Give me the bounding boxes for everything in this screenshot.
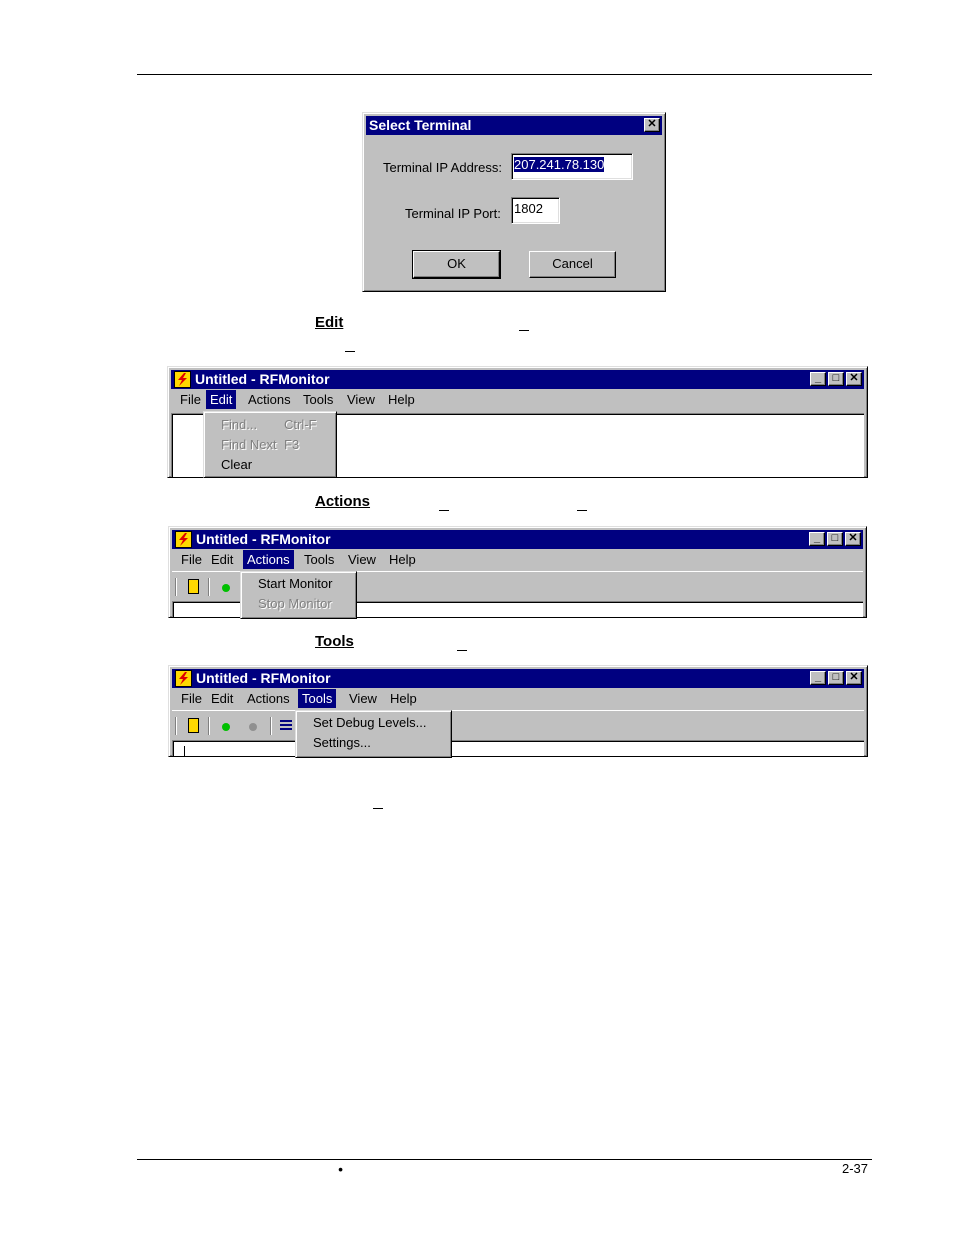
ip-port-input[interactable]: 1802 bbox=[511, 197, 560, 224]
menu-edit[interactable]: Edit bbox=[206, 390, 237, 409]
window-title: Untitled - RFMonitor bbox=[195, 371, 330, 387]
rfmonitor-window-edit: Untitled - RFMonitor _ □ ✕ File Edit Act… bbox=[167, 366, 868, 478]
menu-tools[interactable]: Tools bbox=[299, 390, 337, 409]
rfmonitor-window-tools: Untitled - RFMonitor _ □ ✕ File Edit Act… bbox=[168, 665, 868, 758]
close-icon[interactable]: ✕ bbox=[846, 671, 862, 685]
underline-mark bbox=[373, 808, 383, 809]
toolbar-grip bbox=[175, 578, 177, 596]
toolbar bbox=[172, 710, 864, 740]
menu-help[interactable]: Help bbox=[386, 689, 421, 708]
toolbar-grip bbox=[175, 717, 177, 735]
actions-dropdown: Start Monitor Stop Monitor bbox=[240, 571, 357, 619]
close-icon[interactable]: ✕ bbox=[644, 118, 660, 132]
text-cursor bbox=[184, 746, 185, 757]
menu-edit[interactable]: Edit bbox=[207, 689, 237, 708]
menu-view[interactable]: View bbox=[343, 390, 379, 409]
menu-help[interactable]: Help bbox=[385, 550, 420, 569]
menu-file[interactable]: File bbox=[177, 550, 206, 569]
underline-mark bbox=[439, 510, 449, 511]
menu-item-start-monitor[interactable]: Start Monitor bbox=[241, 574, 356, 594]
ip-address-input[interactable]: 207.241.78.130 bbox=[511, 153, 633, 180]
ip-address-label: Terminal IP Address: bbox=[383, 160, 502, 175]
ip-port-label: Terminal IP Port: bbox=[405, 206, 501, 221]
connect-icon[interactable] bbox=[188, 718, 199, 733]
close-icon[interactable]: ✕ bbox=[845, 532, 861, 546]
ip-port-value: 1802 bbox=[514, 201, 543, 216]
start-monitor-icon[interactable] bbox=[222, 723, 230, 731]
ip-address-value: 207.241.78.130 bbox=[514, 157, 605, 172]
header-rule bbox=[137, 74, 872, 75]
select-terminal-dialog: Select Terminal ✕ Terminal IP Address: 2… bbox=[362, 112, 666, 292]
cancel-button[interactable]: Cancel bbox=[529, 251, 616, 278]
underline-mark bbox=[577, 510, 587, 511]
menu-view[interactable]: View bbox=[344, 550, 380, 569]
window-title: Untitled - RFMonitor bbox=[196, 531, 331, 547]
menu-item-find-next[interactable]: Find Next F3 bbox=[204, 435, 336, 455]
menu-tools[interactable]: Tools bbox=[300, 550, 338, 569]
dialog-titlebar: Select Terminal ✕ bbox=[366, 116, 662, 135]
minimize-icon[interactable]: _ bbox=[810, 671, 826, 685]
app-icon bbox=[175, 531, 192, 548]
menu-actions[interactable]: Actions bbox=[243, 550, 294, 569]
minimize-icon[interactable]: _ bbox=[809, 532, 825, 546]
maximize-icon[interactable]: □ bbox=[827, 532, 843, 546]
menu-item-stop-monitor[interactable]: Stop Monitor bbox=[241, 594, 356, 614]
close-icon[interactable]: ✕ bbox=[846, 372, 862, 386]
menu-tools[interactable]: Tools bbox=[298, 689, 337, 708]
heading-tools: Tools bbox=[315, 633, 354, 650]
underline-mark bbox=[345, 351, 355, 352]
window-titlebar: Untitled - RFMonitor _ □ ✕ bbox=[172, 530, 863, 549]
menu-item-settings[interactable]: Settings... bbox=[296, 733, 451, 753]
maximize-icon[interactable]: □ bbox=[828, 671, 844, 685]
menubar: File Edit Actions Tools View Help bbox=[172, 689, 864, 709]
menu-file[interactable]: File bbox=[176, 390, 205, 409]
menu-item-clear[interactable]: Clear bbox=[204, 455, 336, 475]
window-titlebar: Untitled - RFMonitor _ □ ✕ bbox=[172, 669, 864, 688]
app-icon bbox=[175, 670, 192, 687]
rfmonitor-window-actions: Untitled - RFMonitor _ □ ✕ File Edit Act… bbox=[168, 526, 867, 619]
ok-button[interactable]: OK bbox=[412, 250, 501, 279]
footer-rule bbox=[137, 1159, 872, 1160]
menu-edit[interactable]: Edit bbox=[207, 550, 237, 569]
underline-mark bbox=[457, 650, 467, 651]
app-icon bbox=[174, 371, 191, 388]
toolbar-separator bbox=[270, 717, 272, 735]
stop-monitor-icon[interactable] bbox=[249, 723, 257, 731]
window-title: Untitled - RFMonitor bbox=[196, 670, 331, 686]
heading-edit: Edit bbox=[315, 314, 344, 331]
maximize-icon[interactable]: □ bbox=[828, 372, 844, 386]
window-titlebar: Untitled - RFMonitor _ □ ✕ bbox=[171, 370, 864, 389]
debug-levels-icon[interactable] bbox=[280, 720, 292, 732]
toolbar-separator bbox=[208, 578, 210, 596]
dialog-title: Select Terminal bbox=[369, 117, 472, 133]
menu-help[interactable]: Help bbox=[384, 390, 419, 409]
start-monitor-icon[interactable] bbox=[222, 584, 230, 592]
menubar: File Edit Actions Tools View Help bbox=[172, 550, 863, 570]
menu-item-find[interactable]: Find... Ctrl-F bbox=[204, 415, 336, 435]
tools-dropdown: Set Debug Levels... Settings... bbox=[295, 710, 452, 758]
page-number: 2-37 bbox=[842, 1161, 869, 1176]
client-area bbox=[172, 740, 864, 756]
toolbar-separator bbox=[208, 717, 210, 735]
menu-actions[interactable]: Actions bbox=[243, 689, 294, 708]
heading-actions: Actions bbox=[315, 493, 371, 510]
minimize-icon[interactable]: _ bbox=[810, 372, 826, 386]
menu-view[interactable]: View bbox=[345, 689, 381, 708]
footer-bullet: • bbox=[338, 1161, 343, 1177]
edit-dropdown: Find... Ctrl-F Find Next F3 Clear bbox=[203, 411, 337, 478]
menubar: File Edit Actions Tools View Help bbox=[171, 390, 864, 410]
menu-actions[interactable]: Actions bbox=[244, 390, 295, 409]
underline-mark bbox=[519, 330, 529, 331]
menu-file[interactable]: File bbox=[177, 689, 206, 708]
menu-item-set-debug-levels[interactable]: Set Debug Levels... bbox=[296, 713, 451, 733]
connect-icon[interactable] bbox=[188, 579, 199, 594]
